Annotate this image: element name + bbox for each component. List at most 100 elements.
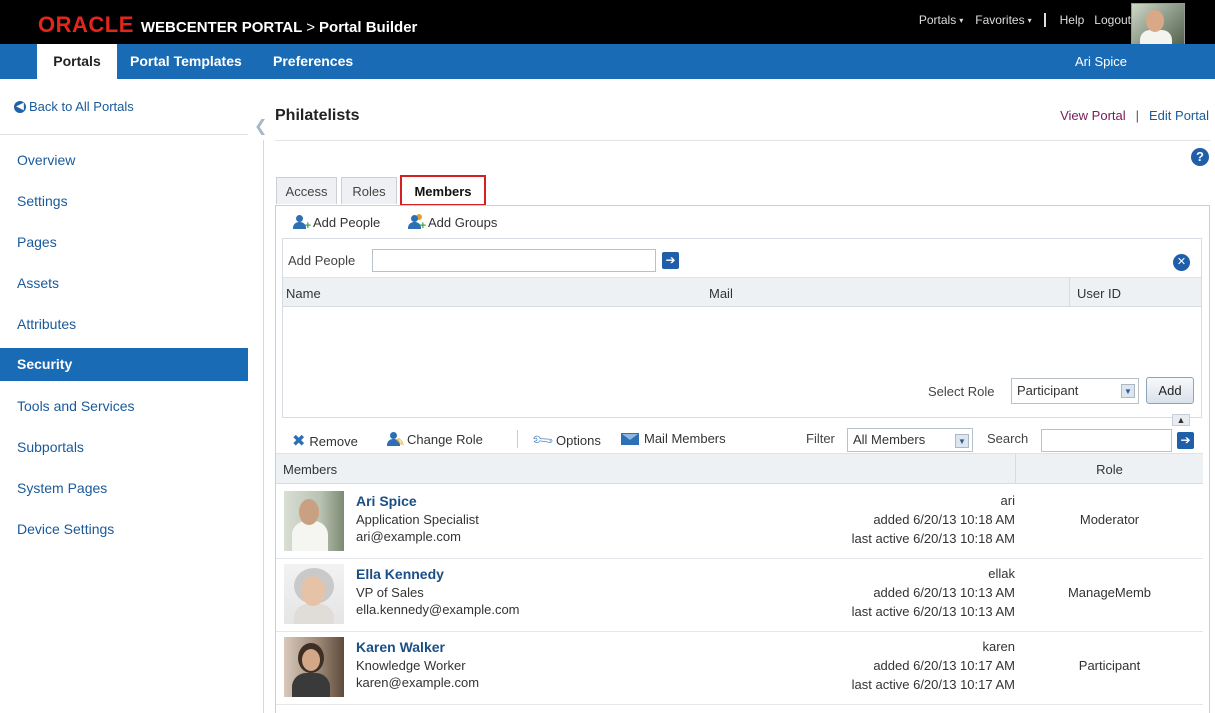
- divider: [275, 140, 1210, 141]
- back-arrow-icon: ◀: [14, 100, 26, 113]
- member-userid: karen: [982, 639, 1015, 654]
- edit-portal-link[interactable]: Edit Portal: [1149, 108, 1209, 123]
- remove-button[interactable]: ✖ Remove: [292, 431, 358, 451]
- collapse-up-icon[interactable]: ▲: [1172, 414, 1190, 426]
- tab-access[interactable]: Access: [276, 177, 337, 204]
- sidebar: ◀ Back to All Portals Overview Settings …: [0, 79, 248, 713]
- tab-members[interactable]: Members: [400, 175, 486, 206]
- collapse-sidebar-icon[interactable]: ❮: [254, 116, 267, 136]
- member-userid: ari: [1000, 493, 1015, 508]
- add-people-label: Add People: [313, 214, 381, 230]
- add-people-field-label: Add People: [288, 253, 356, 268]
- sidebar-item-pages[interactable]: Pages: [0, 226, 248, 259]
- member-email: ari@example.com: [356, 529, 461, 544]
- sidebar-item-attributes[interactable]: Attributes: [0, 308, 248, 341]
- nav-divider: [1043, 13, 1046, 27]
- filter-select[interactable]: All Members ▼: [847, 428, 973, 452]
- view-portal-link[interactable]: View Portal: [1060, 108, 1126, 123]
- member-title: VP of Sales: [356, 585, 424, 600]
- options-button[interactable]: 🔧︎ Options: [530, 428, 601, 453]
- member-photo: [284, 564, 344, 624]
- tab-portal-templates[interactable]: Portal Templates: [130, 44, 242, 79]
- help-icon[interactable]: ?: [1191, 148, 1209, 166]
- back-to-portals-link[interactable]: ◀ Back to All Portals: [14, 99, 134, 114]
- help-link[interactable]: Help: [1060, 13, 1085, 27]
- chevron-down-icon[interactable]: ▼: [955, 434, 969, 448]
- tab-portals[interactable]: Portals: [37, 44, 117, 79]
- member-email: karen@example.com: [356, 675, 480, 690]
- link-separator: |: [1135, 108, 1140, 123]
- members-table-header: Members Role: [276, 453, 1203, 484]
- member-userid: ellak: [988, 566, 1015, 581]
- mail-members-button[interactable]: Mail Members: [621, 431, 726, 446]
- sidebar-item-security[interactable]: Security: [0, 348, 248, 381]
- close-icon[interactable]: ✕: [1173, 254, 1190, 271]
- member-name-link[interactable]: Ari Spice: [356, 493, 417, 509]
- arrow-right-icon[interactable]: ➔: [662, 252, 679, 269]
- toolbar-divider: [517, 430, 518, 448]
- filter-label: Filter: [806, 431, 835, 446]
- change-role-icon: ✎: [386, 431, 405, 449]
- member-added: added 6/20/13 10:18 AM: [873, 512, 1015, 527]
- member-name-link[interactable]: Ella Kennedy: [356, 566, 444, 582]
- select-role-label: Select Role: [928, 384, 995, 399]
- add-person-icon: +: [292, 214, 311, 232]
- portal-links: View Portal | Edit Portal: [1060, 108, 1209, 123]
- splitter[interactable]: [263, 140, 264, 713]
- member-role: ManageMemb: [1067, 585, 1152, 600]
- sidebar-item-device-settings[interactable]: Device Settings: [0, 513, 248, 546]
- column-header-members[interactable]: Members: [283, 462, 337, 477]
- tab-preferences[interactable]: Preferences: [273, 44, 353, 79]
- member-added: added 6/20/13 10:17 AM: [873, 658, 1015, 673]
- search-input[interactable]: [1041, 429, 1172, 452]
- divider: [0, 134, 248, 135]
- favorites-menu[interactable]: Favorites: [975, 13, 1024, 27]
- member-title: Application Specialist: [356, 512, 479, 527]
- sidebar-item-assets[interactable]: Assets: [0, 267, 248, 300]
- tab-roles[interactable]: Roles: [341, 177, 397, 204]
- chevron-down-icon[interactable]: ▾: [959, 16, 963, 25]
- column-header-name[interactable]: Name: [286, 286, 321, 301]
- add-groups-button[interactable]: + Add Groups: [407, 214, 497, 232]
- role-select[interactable]: Participant ▼: [1011, 378, 1139, 404]
- add-people-button[interactable]: + Add People: [292, 214, 381, 232]
- brand-separator: >: [306, 19, 316, 36]
- sidebar-item-overview[interactable]: Overview: [0, 144, 248, 177]
- chevron-down-icon[interactable]: ▾: [1028, 16, 1032, 25]
- member-last-active: last active 6/20/13 10:18 AM: [851, 531, 1015, 546]
- add-button[interactable]: Add: [1146, 377, 1194, 404]
- column-header-userid[interactable]: User ID: [1077, 286, 1121, 301]
- logout-link[interactable]: Logout: [1094, 13, 1131, 27]
- member-added: added 6/20/13 10:13 AM: [873, 585, 1015, 600]
- search-go-icon[interactable]: ➔: [1177, 432, 1194, 449]
- top-header-bar: ORACLE WEBCENTER PORTAL > Portal Builder…: [0, 0, 1215, 50]
- chevron-down-icon[interactable]: ▼: [1121, 384, 1135, 398]
- remove-label: Remove: [309, 433, 358, 449]
- sidebar-item-tools-and-services[interactable]: Tools and Services: [0, 390, 248, 423]
- search-label: Search: [987, 431, 1029, 446]
- member-role: Moderator: [1079, 512, 1140, 527]
- change-role-button[interactable]: ✎ Change Role: [386, 431, 483, 449]
- user-avatar[interactable]: [1131, 3, 1185, 50]
- sidebar-item-subportals[interactable]: Subportals: [0, 431, 248, 464]
- role-select-value: Participant: [1017, 383, 1079, 398]
- change-role-label: Change Role: [407, 431, 483, 447]
- page-title: Philatelists: [275, 107, 360, 124]
- column-header-mail[interactable]: Mail: [709, 286, 733, 301]
- product-name: WEBCENTER PORTAL: [140, 19, 303, 36]
- table-row[interactable]: Ella Kennedy VP of Sales ella.kennedy@ex…: [276, 558, 1203, 632]
- oracle-logo-text: ORACLE: [38, 12, 134, 37]
- table-row[interactable]: Karen Walker Knowledge Worker karen@exam…: [276, 631, 1203, 705]
- sidebar-item-system-pages[interactable]: System Pages: [0, 472, 248, 505]
- member-role: Participant: [1078, 658, 1141, 673]
- remove-icon: ✖: [292, 433, 306, 450]
- sidebar-item-settings[interactable]: Settings: [0, 185, 248, 218]
- column-header-role[interactable]: Role: [1016, 462, 1203, 477]
- member-name-link[interactable]: Karen Walker: [356, 639, 445, 655]
- add-people-grid-header: Name Mail User ID: [283, 277, 1201, 307]
- add-people-input[interactable]: [372, 249, 656, 272]
- table-row[interactable]: Ari Spice Application Specialist ari@exa…: [276, 485, 1203, 559]
- member-photo: [284, 637, 344, 697]
- mail-members-label: Mail Members: [644, 431, 726, 446]
- portals-menu[interactable]: Portals: [919, 13, 956, 27]
